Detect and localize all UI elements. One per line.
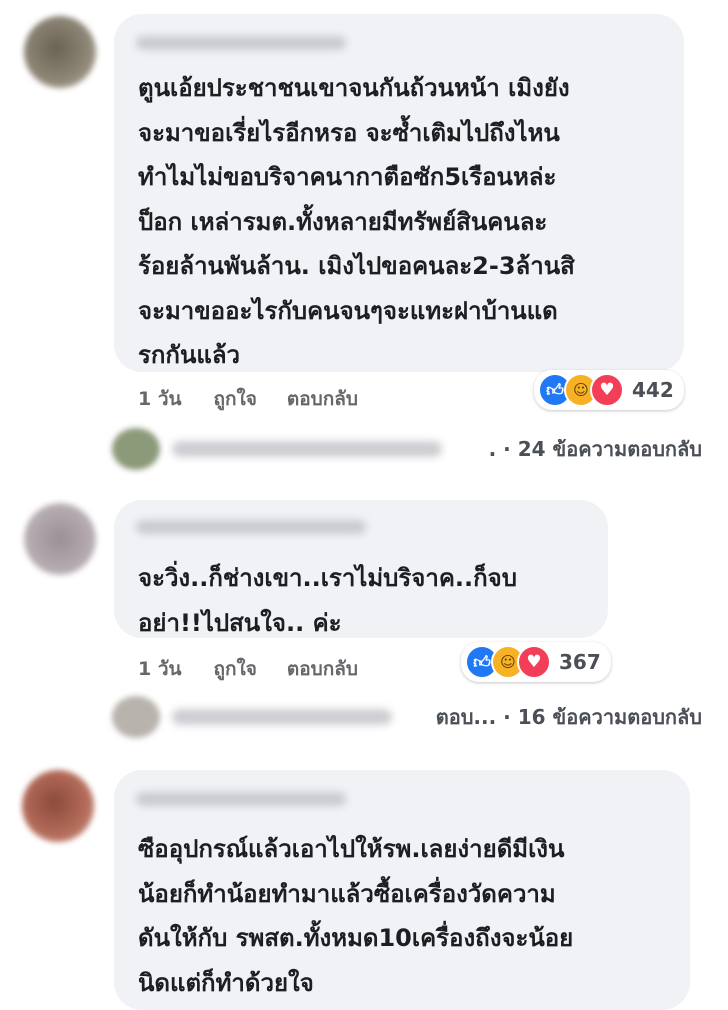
commenter-name-blurred[interactable]	[136, 520, 366, 534]
reply-avatar	[112, 428, 160, 470]
commenter-avatar[interactable]	[22, 770, 94, 842]
commenter-avatar[interactable]	[24, 16, 96, 88]
view-replies[interactable]: ตอบ... · 16 ข้อความตอบกลับ	[112, 696, 702, 738]
like-link[interactable]: ถูกใจ	[214, 654, 257, 684]
reply-preview-text: ตอบ...	[435, 705, 497, 729]
reaction-summary[interactable]: 👍︎ ☺ ♥ 367	[461, 642, 611, 682]
comment-text: ซืออุปกรณ์แล้วเอาไปให้รพ.เลยง่ายดีมีเงิน…	[138, 835, 574, 997]
comment-text: จะวิ่ง..ก็ช่างเขา..เราไม่บริจาค..ก็จบ อย…	[138, 564, 517, 637]
reply-author-blurred	[172, 709, 392, 725]
reaction-count: 367	[559, 650, 601, 674]
reply-avatar	[112, 696, 160, 738]
comment-actions: 1 วัน ถูกใจ ตอบกลับ	[138, 384, 358, 414]
commenter-name-blurred[interactable]	[136, 792, 346, 806]
comment-time[interactable]: 1 วัน	[138, 654, 182, 684]
replies-count-link[interactable]: . · 24 ข้อความตอบกลับ	[489, 433, 702, 465]
comment-time[interactable]: 1 วัน	[138, 384, 182, 414]
like-link[interactable]: ถูกใจ	[214, 384, 257, 414]
reply-link[interactable]: ตอบกลับ	[287, 384, 358, 414]
love-icon: ♥	[590, 373, 624, 407]
replies-count: · 16 ข้อความตอบกลับ	[503, 705, 702, 729]
view-replies[interactable]: . · 24 ข้อความตอบกลับ	[112, 428, 702, 470]
commenter-name-blurred[interactable]	[136, 36, 346, 50]
reaction-summary[interactable]: 👍︎ ☺ ♥ 442	[534, 370, 684, 410]
love-icon: ♥	[517, 645, 551, 679]
reply-author-blurred	[172, 441, 442, 457]
comment-text: ตูนเอ้ยประชาชนเขาจนกันถ้วนหน้า เมิงยัง จ…	[138, 74, 575, 369]
reaction-count: 442	[632, 378, 674, 402]
comment-actions: 1 วัน ถูกใจ ตอบกลับ	[138, 654, 358, 684]
commenter-avatar[interactable]	[24, 503, 96, 575]
reply-link[interactable]: ตอบกลับ	[287, 654, 358, 684]
replies-count-link[interactable]: ตอบ... · 16 ข้อความตอบกลับ	[436, 701, 702, 733]
